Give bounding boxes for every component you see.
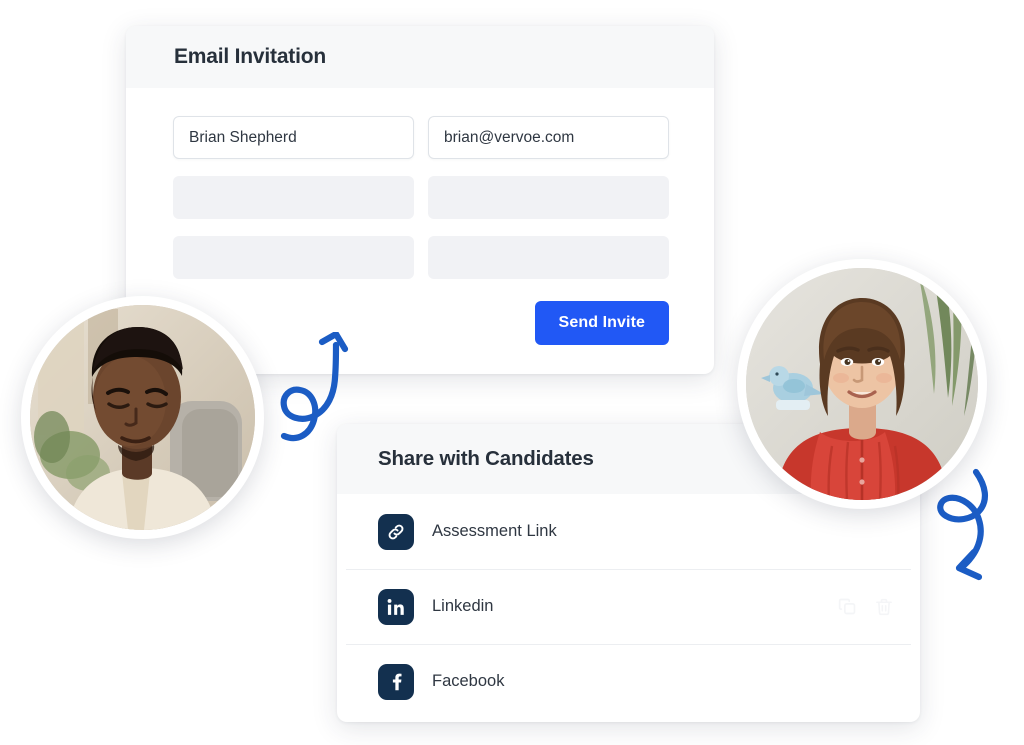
avatar-photo-left (30, 305, 255, 530)
avatar (746, 268, 978, 500)
field-row (173, 236, 669, 279)
list-item-actions (837, 596, 894, 617)
list-item[interactable]: Facebook (337, 644, 920, 719)
trash-icon[interactable] (874, 597, 894, 617)
candidate-email-input[interactable]: brian@vervoe.com (428, 116, 669, 159)
list-item-label: Linkedin (432, 597, 494, 615)
facebook-icon (378, 663, 414, 700)
field-row (173, 176, 669, 219)
list-item-label: Facebook (432, 672, 505, 690)
candidate-email-input-3[interactable] (428, 236, 669, 279)
link-icon (378, 513, 414, 550)
page-title: Email Invitation (174, 45, 326, 68)
curly-arrow-up-right (280, 332, 349, 442)
list-item[interactable]: Linkedin (337, 569, 920, 644)
candidate-avatar-left (21, 296, 264, 539)
avatar-photo-right (746, 268, 978, 500)
candidate-avatar-right (737, 259, 987, 509)
list-item-label: Assessment Link (432, 522, 557, 540)
email-card-header: Email Invitation (126, 26, 714, 88)
linkedin-icon (378, 588, 414, 625)
candidate-name-input-3[interactable] (173, 236, 414, 279)
share-card-title: Share with Candidates (378, 447, 594, 470)
candidate-name-input-2[interactable] (173, 176, 414, 219)
candidate-email-input-2[interactable] (428, 176, 669, 219)
email-form: Brian Shepherd brian@vervoe.com (126, 88, 714, 279)
share-options-list: Assessment Link Linkedin Facebook (337, 494, 920, 719)
field-row: Brian Shepherd brian@vervoe.com (173, 116, 669, 159)
page-root: Email Invitation Brian Shepherd brian@ve… (0, 0, 1024, 745)
candidate-name-input[interactable]: Brian Shepherd (173, 116, 414, 159)
copy-icon[interactable] (837, 596, 858, 617)
send-invite-button[interactable]: Send Invite (534, 301, 669, 345)
avatar (30, 305, 255, 530)
